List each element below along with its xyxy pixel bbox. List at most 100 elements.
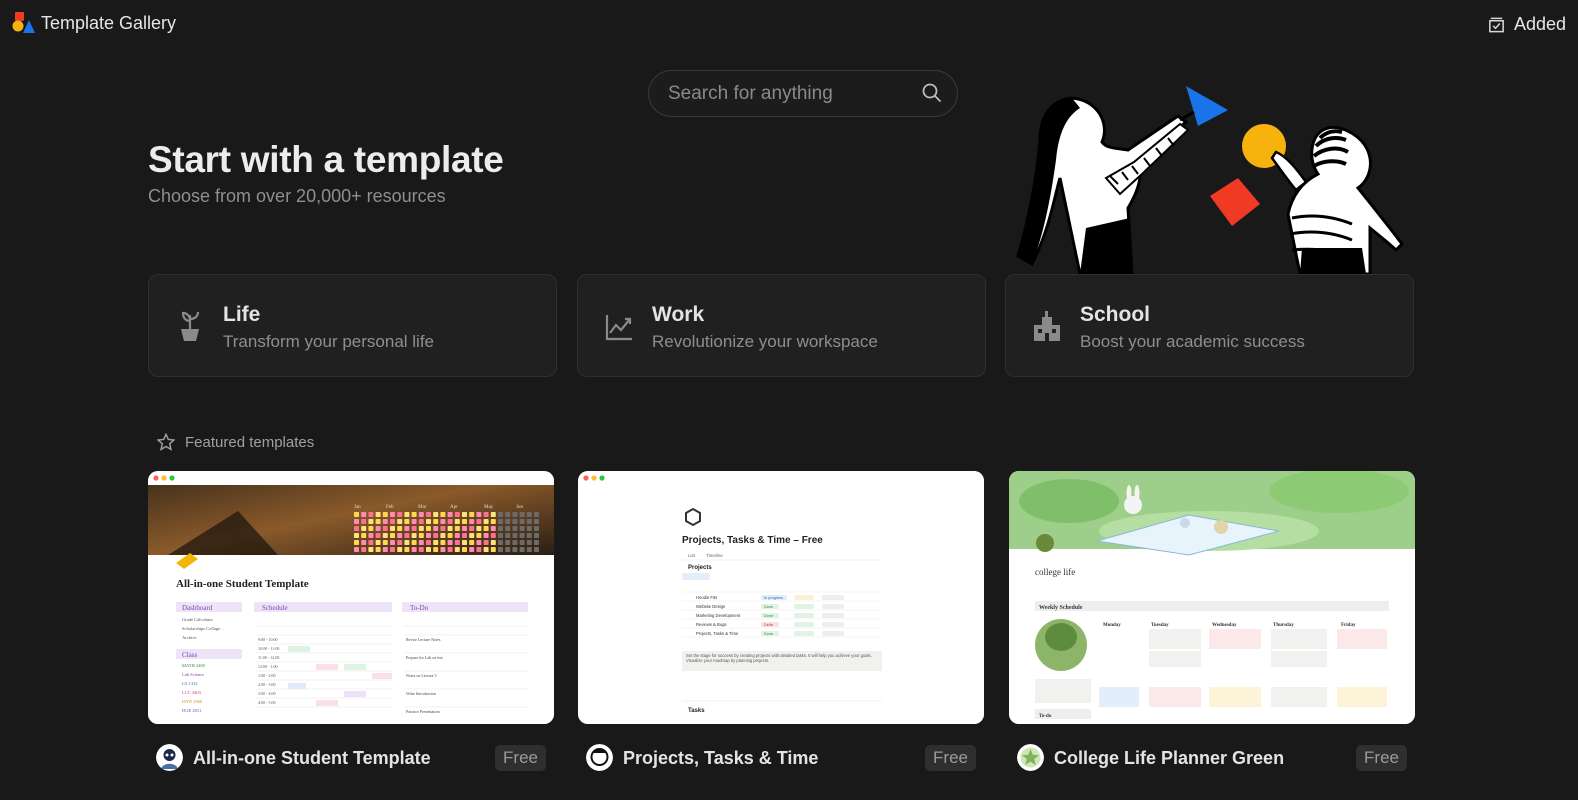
- preview-todo: Notes on Lecture 3: [406, 673, 437, 678]
- heatmap-cell: [512, 540, 518, 545]
- template-preview-image: Jan Feb Mar Apr May Jun All-in-one Stude…: [148, 471, 554, 724]
- month-label: Jan: [354, 505, 361, 510]
- heatmap-cell: [505, 512, 511, 517]
- line-chart-icon: [605, 315, 632, 341]
- top-bar: Template Gallery Added: [0, 0, 1578, 48]
- heatmap-cell: [526, 519, 532, 524]
- heatmap-cell: [534, 547, 539, 552]
- featured-label: Featured templates: [185, 433, 315, 451]
- preview-heading: Projects, Tasks & Time – Free: [682, 535, 823, 546]
- heatmap-cell: [476, 526, 482, 531]
- heatmap-cell: [404, 533, 410, 538]
- heatmap-cell: [368, 519, 374, 524]
- preview-time: 11:00 - 12:00: [258, 655, 279, 660]
- preview-time: 2:00 - 3:00: [258, 682, 276, 687]
- preview-sidebar-item: Grade Calculator: [182, 617, 213, 622]
- preview-time: 3:00 - 4:00: [258, 691, 276, 696]
- search-input[interactable]: [668, 81, 908, 107]
- heatmap-cell: [505, 519, 511, 524]
- heatmap-cell: [526, 512, 532, 517]
- preview-section: Dashboard: [182, 604, 213, 612]
- heatmap-cell: [490, 526, 496, 531]
- preview-heading: All-in-one Student Template: [176, 578, 309, 590]
- heatmap-cell: [483, 512, 489, 517]
- heatmap-cell: [490, 519, 496, 524]
- heatmap-cell: [526, 533, 532, 538]
- heatmap-cell: [433, 533, 439, 538]
- heatmap-cell: [483, 540, 489, 545]
- preview-heading: college life: [1035, 567, 1075, 577]
- template-footer-projects: Projects, Tasks & Time Free: [578, 743, 984, 773]
- heatmap-cell: [476, 547, 482, 552]
- month-label: May: [484, 505, 494, 510]
- heatmap-cell: [469, 540, 475, 545]
- heatmap-cell: [426, 519, 431, 524]
- heatmap-cell: [411, 547, 417, 552]
- heatmap-cell: [411, 519, 417, 524]
- heatmap-cell: [447, 526, 453, 531]
- preview-day: Friday: [1341, 623, 1356, 628]
- heatmap-cell: [534, 540, 539, 545]
- heatmap-cell: [354, 526, 359, 531]
- heatmap-cell: [375, 547, 381, 552]
- search-icon[interactable]: [921, 82, 943, 104]
- preview-row: Website Design: [696, 604, 726, 609]
- heatmap-cell: [512, 512, 518, 517]
- template-card-student[interactable]: Jan Feb Mar Apr May Jun All-in-one Stude…: [148, 471, 554, 724]
- template-gallery-logo-icon[interactable]: [11, 12, 35, 34]
- heatmap-cell: [426, 526, 431, 531]
- template-card-projects[interactable]: Projects, Tasks & Time – Free List Timel…: [578, 471, 984, 724]
- heatmap-cell: [433, 526, 439, 531]
- heatmap-cell: [433, 540, 439, 545]
- heatmap-cell: [447, 533, 453, 538]
- category-card-school[interactable]: School Boost your academic success: [1005, 274, 1414, 377]
- avatar: [586, 744, 613, 771]
- heatmap-cell: [534, 512, 539, 517]
- preview-section: Schedule: [262, 604, 288, 612]
- heatmap-cell: [469, 526, 475, 531]
- template-name[interactable]: College Life Planner Green: [1054, 748, 1284, 769]
- featured-header: Featured templates: [157, 433, 314, 451]
- avatar: [156, 744, 183, 771]
- preview-tab: List: [688, 553, 696, 558]
- preview-time: 9:00 - 10:00: [258, 637, 278, 642]
- heatmap-cell: [498, 526, 503, 531]
- heatmap-cell: [440, 526, 446, 531]
- category-card-work[interactable]: Work Revolutionize your workspace: [577, 274, 986, 377]
- preview-day: Thursday: [1273, 623, 1294, 628]
- template-footer-college: College Life Planner Green Free: [1009, 743, 1415, 773]
- preview-todo-label: To-do: [1039, 714, 1052, 719]
- preview-day: Wednesday: [1212, 623, 1237, 628]
- preview-class-item: MATH 2469: [182, 663, 206, 668]
- heatmap-cell: [411, 540, 417, 545]
- heatmap-cell: [462, 526, 467, 531]
- heatmap-cell: [382, 540, 388, 545]
- preview-status: Done: [764, 605, 773, 609]
- heatmap-cell: [505, 540, 511, 545]
- preview-row: Marketing Development: [696, 613, 741, 618]
- heatmap-cell: [397, 512, 403, 517]
- heatmap-cell: [382, 533, 388, 538]
- heatmap-cell: [361, 540, 367, 545]
- heatmap-cell: [404, 526, 410, 531]
- template-name[interactable]: All-in-one Student Template: [193, 748, 431, 769]
- template-card-college[interactable]: college life Weekly Schedule Monday Tues…: [1009, 471, 1415, 724]
- heatmap-cell: [361, 526, 367, 531]
- category-title: School: [1080, 303, 1151, 326]
- template-name[interactable]: Projects, Tasks & Time: [623, 748, 818, 769]
- heatmap-cell: [354, 519, 359, 524]
- heatmap-cell: [462, 533, 467, 538]
- heatmap-cell: [368, 533, 374, 538]
- plant-pot-icon: [181, 311, 200, 341]
- heatmap-cell: [519, 547, 525, 552]
- heatmap-cell: [469, 547, 475, 552]
- heatmap-cell: [375, 540, 381, 545]
- heatmap-cell: [512, 547, 518, 552]
- heatmap-cell: [498, 519, 503, 524]
- added-button[interactable]: Added: [1487, 10, 1566, 38]
- heatmap-cell: [440, 512, 446, 517]
- category-card-life[interactable]: Life Transform your personal life: [148, 274, 557, 377]
- heatmap-cell: [433, 512, 439, 517]
- heatmap-cell: [375, 533, 381, 538]
- heatmap-cell: [519, 540, 525, 545]
